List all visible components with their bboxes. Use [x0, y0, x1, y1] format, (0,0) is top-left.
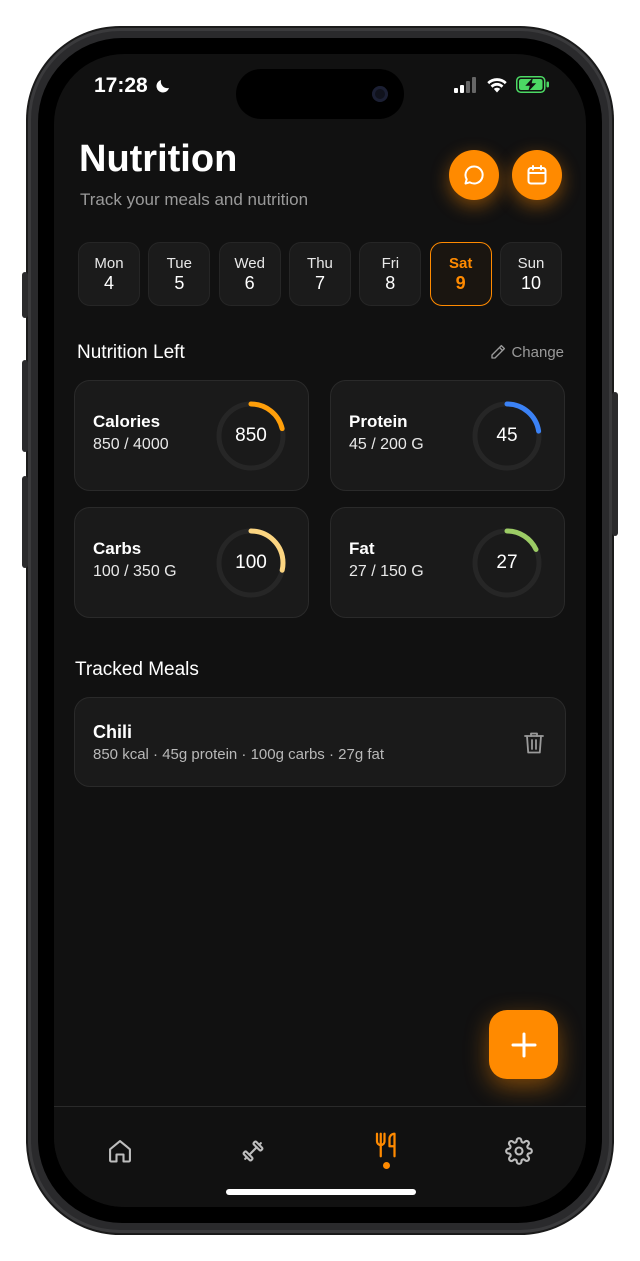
gear-icon: [505, 1137, 533, 1165]
day-name: Tue: [166, 255, 192, 272]
nutrition-left-title: Nutrition Left: [77, 342, 185, 363]
day-number: 7: [314, 273, 325, 293]
day-name: Sun: [517, 255, 545, 272]
volume-down-button: [22, 476, 28, 568]
day-number: 6: [244, 273, 255, 293]
card-value: 850 / 4000: [93, 436, 169, 453]
tab-workouts[interactable]: [233, 1131, 273, 1171]
ring-number: 45: [496, 425, 518, 446]
day-name: Fri: [381, 255, 400, 272]
battery-charging-icon: [516, 76, 549, 93]
tracked-meals-title: Tracked Meals: [75, 659, 199, 680]
carbs-card: Carbs 100 / 350 G 100: [74, 507, 309, 618]
day-name: Thu: [307, 255, 333, 272]
meal-info: 850 kcal · 45g protein · 100g carbs · 27…: [93, 746, 385, 763]
day-number: 9: [455, 273, 466, 293]
calendar-icon: [527, 165, 547, 185]
card-label: Protein: [349, 412, 408, 431]
day-thu[interactable]: Thu 7: [288, 242, 351, 306]
cellular-signal-icon: [454, 76, 476, 93]
ring-number: 27: [496, 552, 518, 573]
active-tab-indicator: [383, 1162, 390, 1169]
status-time: 17:28: [94, 74, 172, 98]
wifi-icon: [487, 77, 507, 92]
home-indicator: [226, 1189, 416, 1195]
tab-home[interactable]: [100, 1131, 140, 1171]
day-name: Wed: [234, 255, 265, 272]
day-number: 10: [520, 273, 541, 293]
day-name: Sat: [448, 255, 473, 272]
card-value: 100 / 350 G: [93, 563, 177, 580]
tab-settings[interactable]: [499, 1131, 539, 1171]
pencil-icon: [491, 344, 506, 359]
status-time-text: 17:28: [94, 74, 148, 97]
card-value: 45 / 200 G: [349, 436, 424, 453]
day-number: 8: [385, 273, 396, 293]
chat-bubble-icon: [464, 165, 484, 185]
chat-button[interactable]: [449, 150, 499, 200]
day-name: Mon: [94, 255, 124, 272]
app-screen: 17:28 Nutrition Track your meals and nut…: [54, 54, 586, 1207]
status-indicators: [454, 76, 550, 93]
card-label: Carbs: [93, 539, 142, 558]
dynamic-island: [236, 69, 404, 119]
volume-up-button: [22, 360, 28, 452]
meal-item[interactable]: Chili 850 kcal · 45g protein · 100g carb…: [74, 697, 566, 787]
power-button: [612, 392, 618, 536]
trash-icon[interactable]: [523, 731, 545, 755]
change-goals-button[interactable]: Change: [489, 343, 564, 361]
change-label: Change: [511, 343, 564, 361]
card-value: 27 / 150 G: [349, 563, 424, 580]
calendar-button[interactable]: [512, 150, 562, 200]
card-label: Fat: [349, 539, 375, 558]
page-title: Nutrition: [79, 138, 238, 180]
fork-knife-icon: [375, 1132, 396, 1158]
day-selector: Mon 4 Tue 5 Wed 6 Thu 7 Fri 8 Sat 9 Sun 10: [78, 242, 562, 306]
day-sun[interactable]: Sun 10: [499, 242, 562, 306]
day-tue[interactable]: Tue 5: [148, 242, 211, 306]
day-fri[interactable]: Fri 8: [359, 242, 422, 306]
day-wed[interactable]: Wed 6: [218, 242, 281, 306]
day-number: 5: [174, 273, 185, 293]
dumbbell-icon: [242, 1140, 264, 1162]
page-subtitle: Track your meals and nutrition: [80, 190, 309, 209]
home-icon: [109, 1140, 131, 1163]
meal-name: Chili: [93, 722, 132, 742]
ring-number: 100: [235, 552, 267, 573]
day-mon[interactable]: Mon 4: [78, 242, 140, 306]
card-label: Calories: [93, 412, 161, 431]
day-number: 4: [103, 273, 114, 293]
add-meal-button[interactable]: [489, 1010, 558, 1079]
tab-nutrition[interactable]: [367, 1125, 407, 1165]
day-sat-selected[interactable]: Sat 9: [429, 242, 492, 306]
camera-icon: [372, 86, 388, 102]
plus-icon: [511, 1032, 536, 1057]
action-button: [22, 272, 28, 318]
protein-card: Protein 45 / 200 G 45: [330, 380, 565, 491]
fat-card: Fat 27 / 150 G 27: [330, 507, 565, 618]
calories-card: Calories 850 / 4000 850: [74, 380, 309, 491]
moon-icon: [156, 80, 169, 93]
ring-number: 850: [235, 425, 267, 446]
